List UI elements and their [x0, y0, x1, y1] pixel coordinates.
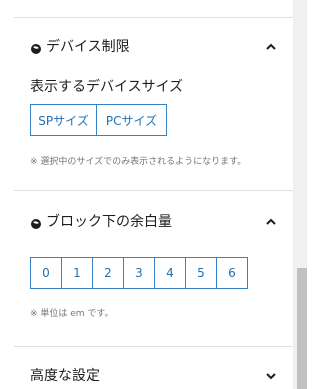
margin-section-header[interactable]: ブロック下の余白量: [30, 210, 278, 232]
chevron-up-icon[interactable]: [264, 39, 278, 53]
margin-button-5[interactable]: 5: [185, 257, 217, 289]
pill-icon: [30, 215, 42, 229]
device-size-label: 表示するデバイスサイズ: [30, 79, 184, 95]
margin-section-title: ブロック下の余白量: [46, 214, 172, 230]
divider: [14, 190, 293, 191]
advanced-section-title: 高度な設定: [30, 368, 100, 384]
margin-button-1[interactable]: 1: [61, 257, 93, 289]
margin-button-3[interactable]: 3: [123, 257, 155, 289]
margin-button-group: 0 1 2 3 4 5 6: [30, 257, 248, 289]
sp-size-button[interactable]: SPサイズ: [30, 104, 97, 136]
pill-icon: [30, 40, 42, 54]
scrollbar-thumb[interactable]: [297, 268, 307, 389]
device-note: ※ 選択中のサイズでのみ表示されるようになります。: [30, 157, 247, 167]
advanced-section-header[interactable]: 高度な設定: [30, 364, 278, 386]
pc-size-button[interactable]: PCサイズ: [96, 104, 167, 136]
margin-button-2[interactable]: 2: [92, 257, 124, 289]
margin-button-0[interactable]: 0: [30, 257, 62, 289]
chevron-up-icon[interactable]: [264, 214, 278, 228]
margin-note: ※ 単位は em です。: [30, 309, 114, 319]
settings-panel: デバイス制限 表示するデバイスサイズ SPサイズ PCサイズ ※ 選択中のサイズ…: [0, 0, 293, 389]
margin-button-6[interactable]: 6: [216, 257, 248, 289]
margin-button-4[interactable]: 4: [154, 257, 186, 289]
device-size-button-group: SPサイズ PCサイズ: [30, 104, 167, 136]
chevron-down-icon[interactable]: [264, 368, 278, 382]
divider: [14, 346, 293, 347]
device-section-header[interactable]: デバイス制限: [30, 35, 278, 57]
device-section-title: デバイス制限: [46, 39, 130, 55]
divider: [14, 17, 293, 18]
scrollbar[interactable]: [293, 0, 307, 389]
